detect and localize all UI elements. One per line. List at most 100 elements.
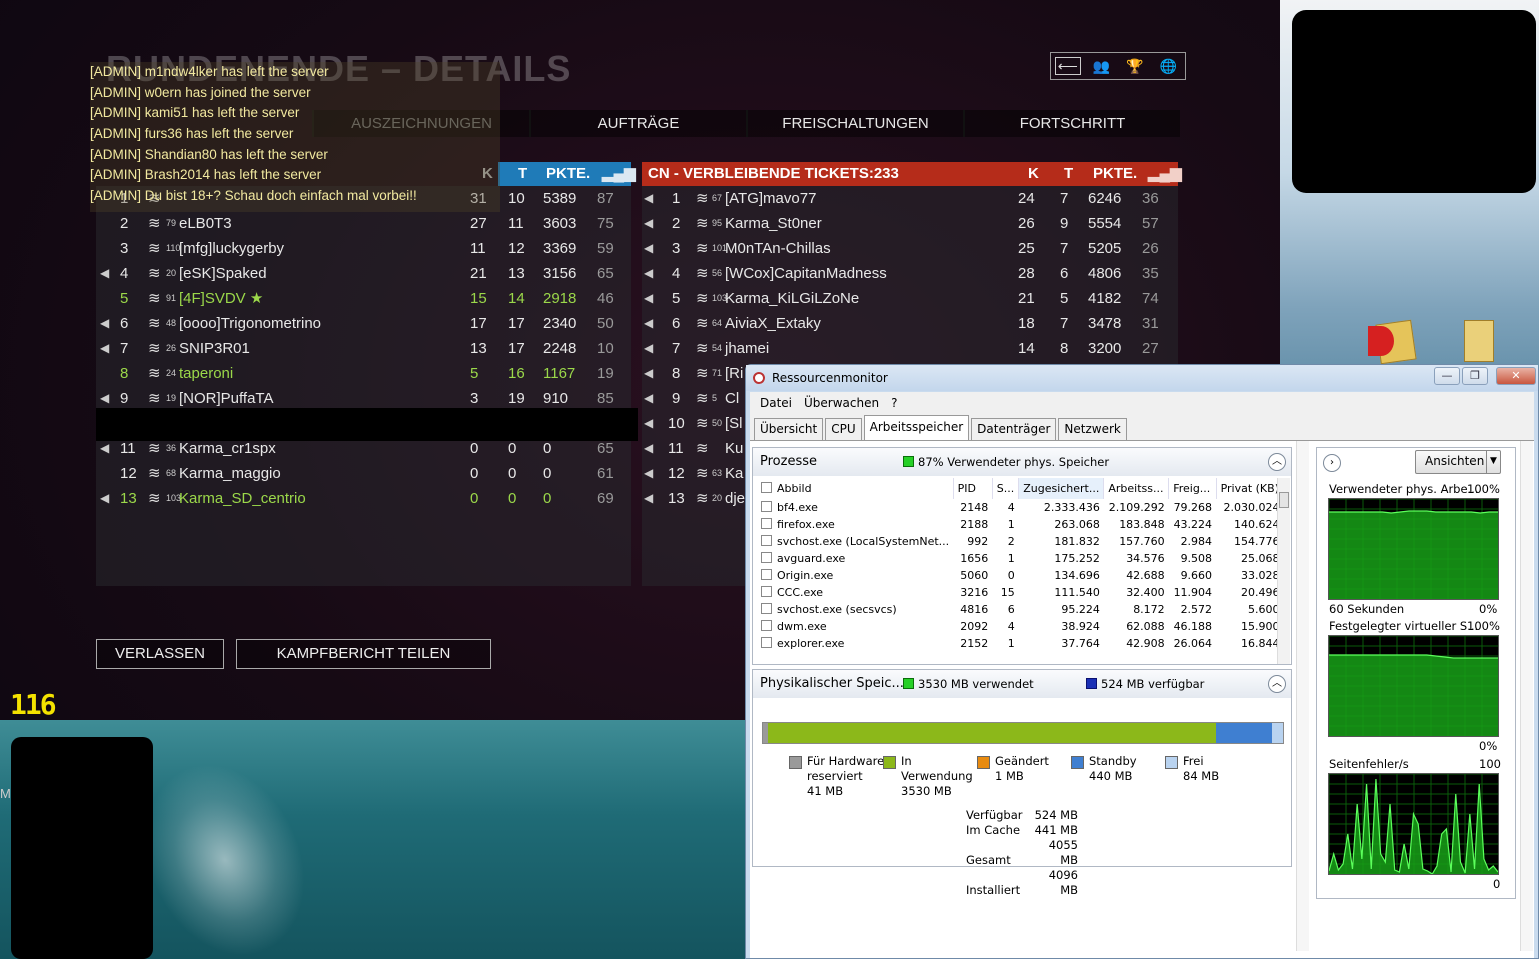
share-report-button[interactable]: KAMPFBERICHT TEILEN [236,639,491,669]
process-row[interactable]: CCC.exe 3216 15 111.540 32.400 11.904 20.496 [757,584,1284,601]
process-row[interactable]: avguard.exe 1656 1 175.252 34.576 9.508 25.068 [757,550,1284,567]
process-checkbox[interactable] [761,535,772,546]
memory-usage-indicator: 87% Verwendeter phys. Speicher [903,448,1109,476]
scroll-thumb[interactable] [1279,492,1289,508]
rank-insignia-icon: ≋ [696,365,709,382]
process-cell: 2.572 [1169,601,1216,618]
views-button[interactable]: Ansichten ▼ [1415,450,1501,474]
player-name: [mfg]luckygerby [179,240,285,257]
process-row[interactable]: svchost.exe (LocalSystemNet... 992 2 181.83… [757,533,1284,550]
tab-freischaltungen[interactable]: FREISCHALTUNGEN [746,110,963,137]
process-checkbox[interactable] [761,603,772,614]
tab-datentraeger[interactable]: Datenträger [971,418,1057,440]
tab-fortschritt[interactable]: FORTSCHRITT [963,110,1180,137]
player-row[interactable]: 2 79 eLB0T3 27 11 3603 75 ≋ [96,211,631,236]
process-scrollbar[interactable] [1277,478,1290,664]
trophy-icon[interactable]: 🏆 [1122,58,1148,75]
rank-insignia-icon: ≋ [696,415,709,432]
process-row[interactable]: svchost.exe (secsvcs) 4816 6 95.224 8.172 2.5… [757,601,1284,618]
globe-icon[interactable]: 🌐 [1155,58,1181,75]
leave-button[interactable]: VERLASSEN [96,639,224,669]
folder-icon[interactable] [1464,320,1494,362]
window-titlebar[interactable]: Ressourcenmonitor — ❐ ✕ [746,365,1538,391]
cell-value: 2188 [960,518,989,531]
column-header[interactable]: Privat (KB) [1216,478,1285,499]
player-row[interactable]: 3 110 [mfg]luckygerby 11 12 3369 59 ≋ [96,236,631,261]
stat-label: Installiert [966,883,1021,897]
red-shortcut-icon[interactable] [1368,326,1394,356]
process-row[interactable]: explorer.exe 2152 1 37.764 42.908 26.064 16.84… [757,635,1284,652]
legend-label2: Verwendung [901,769,973,783]
kills: 5 [470,365,479,382]
rank-insignia-icon: ≋ [148,315,161,332]
process-checkbox[interactable] [761,552,772,563]
process-row[interactable]: firefox.exe 2188 1 263.068 183.848 43.224 140.… [757,516,1284,533]
player-row[interactable]: ◀ 2 95 Karma_St0ner 26 9 5554 57 ≋ [642,211,1178,236]
score: 5205 [1088,240,1122,257]
expand-icon[interactable]: › [1323,454,1341,472]
admin-message: [ADMIN] Du bist 18+? Schau doch einfach … [90,188,417,204]
player-row[interactable]: ◀ 3 101 M0nTAn-Chillas 25 7 5205 26 ≋ [642,236,1178,261]
physical-memory-header[interactable]: Physikalischer Speic... 3530 MB verwende… [753,670,1291,698]
player-row[interactable]: ◀ 7 26 SNIP3R01 13 17 2248 10 ≋ [96,336,631,361]
blue-square-icon [1086,678,1097,689]
menu-help[interactable]: ? [887,392,901,414]
process-row[interactable]: dwm.exe 2092 4 38.924 62.088 46.188 15.900 [757,618,1284,635]
player-row[interactable]: ◀ 7 54 jhamei 14 8 3200 27 ≋ [642,336,1178,361]
player-name: M0nTAn-Chillas [725,240,831,257]
content-scrollbar[interactable] [1296,441,1309,951]
menu-datei[interactable]: Datei [756,392,796,414]
select-all-checkbox[interactable] [761,482,772,493]
cell-value: dwm.exe [777,620,827,633]
processes-header[interactable]: Prozesse 87% Verwendeter phys. Speicher … [753,448,1291,476]
player-row[interactable]: ◀ 6 48 [oooo]Trigonometrino 17 17 2340 50 ≋ [96,311,631,336]
tab-arbeitsspeicher[interactable]: Arbeitsspeicher [863,415,970,440]
player-row[interactable]: ◀ 6 64 AiviaX_Extaky 18 7 3478 31 ≋ [642,311,1178,336]
process-checkbox[interactable] [761,637,772,648]
tab-cpu[interactable]: CPU [825,418,862,440]
stat-row: Verfügbar 524 MB [966,808,1078,823]
player-row[interactable]: ◀ 4 20 [eSK]Spaked 21 13 3156 65 ≋ [96,261,631,286]
column-header[interactable]: PID [953,478,993,499]
close-button[interactable]: ✕ [1496,367,1536,385]
collapse-icon[interactable]: ︿ [1268,675,1286,693]
player-row[interactable]: 5 91 [4F]SVDV ★ 15 14 2918 46 ≋ [96,286,631,311]
column-header[interactable]: Zugesichert... [1018,478,1105,499]
cell-value: 15.900 [1241,620,1280,633]
menu-bar: Datei Überwachen ? [750,392,1534,414]
squad-icon[interactable]: 👥 [1088,58,1114,75]
player-row[interactable]: 12 68 Karma_maggio 0 0 0 61 ≋ [96,461,631,486]
maximize-button[interactable]: ❐ [1462,367,1488,385]
graphs-scrollbar[interactable] [1520,441,1533,951]
tab-netzwerk[interactable]: Netzwerk [1058,418,1127,440]
player-row[interactable]: ◀ 13 103 Karma_SD_centrio 0 0 0 69 ≋ [96,486,631,511]
process-checkbox[interactable] [761,569,772,580]
tab-uebersicht[interactable]: Übersicht [754,418,824,440]
back-icon[interactable]: ⟵ [1054,57,1081,75]
menu-ueberwachen[interactable]: Überwachen [800,392,883,414]
graph1-title: Verwendeter phys. Arbe... [1329,482,1479,496]
column-header[interactable]: Abbild [757,478,954,499]
player-row[interactable]: ◀ 5 103 Karma_KiLGiLZoNe 21 5 4182 74 ≋ [642,286,1178,311]
minimize-button[interactable]: — [1434,367,1460,385]
rank-insignia-icon: ≋ [696,340,709,357]
process-checkbox[interactable] [761,518,772,529]
process-checkbox[interactable] [761,620,772,631]
process-cell: 25.068 [1216,550,1283,567]
process-checkbox[interactable] [761,586,772,597]
cell-value: svchost.exe (LocalSystemNet... [777,535,950,548]
process-checkbox[interactable] [761,501,772,512]
column-header[interactable]: Freig... [1168,478,1217,499]
player-row[interactable]: ◀ 1 67 [ATG]mavo77 24 7 6246 36 ≋ [642,186,1178,211]
column-header[interactable]: Arbeitss... [1103,478,1170,499]
player-name: [eSK]Spaked [179,265,267,282]
process-row[interactable]: Origin.exe 5060 0 134.696 42.688 9.660 33.028 [757,567,1284,584]
graph1-min: 0% [1479,602,1498,616]
collapse-icon[interactable]: ︿ [1268,453,1286,471]
signal-icon: ▂▄▆ [602,165,636,182]
process-row[interactable]: bf4.exe 2148 4 2.333.436 2.109.292 79.268 2.03… [757,499,1284,516]
player-row[interactable]: ◀ 4 56 [WCox]CapitanMadness 28 6 4806 35 ≋ [642,261,1178,286]
player-row[interactable]: 8 24 taperoni 5 16 1167 19 ≋ [96,361,631,386]
column-header[interactable]: S... [992,478,1020,499]
tab-auftraege[interactable]: AUFTRÄGE [529,110,746,137]
